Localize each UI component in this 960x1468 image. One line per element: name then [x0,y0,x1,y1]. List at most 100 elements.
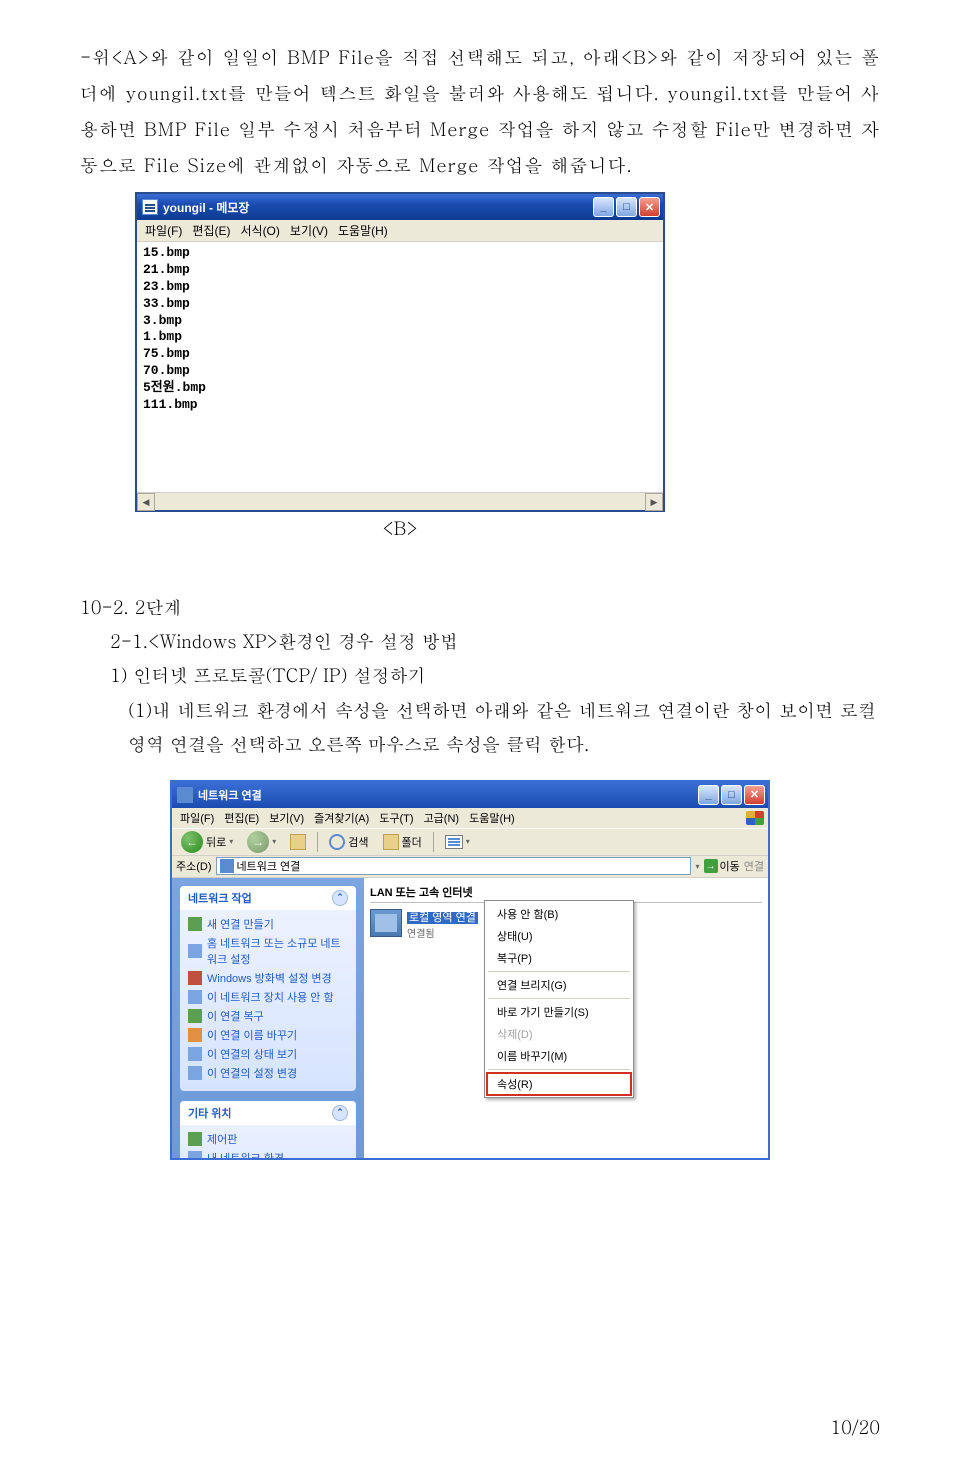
firewall-icon [188,971,202,985]
ctx-bridge[interactable]: 연결 브리지(G) [487,974,631,996]
section-10-2: 10-2. 2단계 2-1.<Windows XP>환경인 경우 설정 방법 1… [80,591,880,762]
nav-back-button[interactable]: ← 뒤로 ▾ [176,831,238,853]
panel-title-other: 기타 위치 [188,1105,232,1121]
exp-maximize-button[interactable]: □ [721,785,742,805]
close-button[interactable]: ✕ [639,197,660,217]
collapse-icon-2[interactable]: ⌃ [332,1105,348,1121]
home-net-icon [188,944,202,958]
cp-icon [188,1132,202,1146]
nav-forward-button[interactable]: → ▾ [242,831,281,853]
ctx-delete: 삭제(D) [487,1023,631,1045]
exp-minimize-button[interactable]: _ [698,785,719,805]
ctx-disable[interactable]: 사용 안 함(B) [487,903,631,925]
notepad-window: youngil - 메모장 _ □ ✕ 파일(F) 편집(E) 서식(O) 보기… [135,192,665,512]
connection-name: 로컬 영역 연결 [407,912,478,924]
heading-1: 1) 인터넷 프로토콜(TCP/ IP) 설정하기 [80,659,880,693]
notepad-icon [142,199,158,215]
notepad-textarea[interactable]: 15.bmp 21.bmp 23.bmp 33.bmp 3.bmp 1.bmp … [137,242,663,492]
status-icon [188,1047,202,1061]
mynet-icon [188,1151,202,1158]
wizard-icon [188,917,202,931]
panel-title-tasks: 네트워크 작업 [188,890,252,906]
intro-paragraph: -위<A>와 같이 일일이 BMP File을 직접 선택해도 되고, 아래<B… [80,40,880,184]
heading-2-1: 2-1.<Windows XP>환경인 경우 설정 방법 [80,625,880,659]
search-icon [329,834,345,850]
search-label: 검색 [348,834,368,850]
panel-network-tasks: 네트워크 작업 ⌃ 새 연결 만들기 홈 네트워크 또는 소규모 네트워크 설정… [180,886,356,1091]
minimize-button[interactable]: _ [593,197,614,217]
ctx-properties[interactable]: 속성(R) [486,1072,632,1096]
link-label: 연결 [744,858,764,874]
toolbar-separator [317,832,318,852]
address-value: 네트워크 연결 [237,858,301,874]
ctx-repair[interactable]: 복구(P) [487,947,631,969]
context-menu: 사용 안 함(B) 상태(U) 복구(P) 연결 브리지(G) 바로 가기 만들… [484,900,634,1098]
folders-icon [383,834,399,850]
views-button[interactable]: ▾ [440,831,475,853]
explorer-toolbar: ← 뒤로 ▾ → ▾ 검색 폴더 ▾ [172,828,768,856]
search-button[interactable]: 검색 [324,831,373,853]
ctx-rename[interactable]: 이름 바꾸기(M) [487,1045,631,1067]
ctx-shortcut[interactable]: 바로 가기 만들기(S) [487,1001,631,1023]
disable-icon [188,990,202,1004]
sidebar-item-status[interactable]: 이 연결의 상태 보기 [188,1045,348,1064]
go-label: 이동 [720,858,740,874]
address-field[interactable]: 네트워크 연결 [216,857,692,875]
explorer-title: 네트워크 연결 [198,787,698,803]
folder-up-icon [290,834,306,850]
sidebar-item-disable[interactable]: 이 네트워크 장치 사용 안 함 [188,988,348,1007]
toolbar-separator-2 [433,832,434,852]
maximize-button[interactable]: □ [616,197,637,217]
notepad-titlebar: youngil - 메모장 _ □ ✕ [137,194,663,220]
step-1-text: (1)내 네트워크 환경에서 속성을 선택하면 아래와 같은 네트워크 연결이란… [80,694,880,762]
go-arrow-icon: → [704,859,718,873]
notepad-title: youngil - 메모장 [163,199,593,216]
exp-menu-file[interactable]: 파일(F) [176,808,218,828]
exp-menu-tools[interactable]: 도구(T) [375,808,417,828]
lan-connection-icon [370,909,402,937]
exp-close-button[interactable]: ✕ [744,785,765,805]
ctx-separator-2 [488,998,630,999]
ctx-status[interactable]: 상태(U) [487,925,631,947]
folders-button[interactable]: 폴더 [378,831,427,853]
ctx-separator [488,971,630,972]
views-icon [445,835,463,849]
exp-menu-adv[interactable]: 고급(N) [420,808,464,828]
scroll-track[interactable] [155,493,645,510]
explorer-body: 네트워크 작업 ⌃ 새 연결 만들기 홈 네트워크 또는 소규모 네트워크 설정… [172,878,768,1158]
notepad-scrollbar[interactable]: ◀ ▶ [137,492,663,510]
sidebar-item-new-connection[interactable]: 새 연결 만들기 [188,915,348,934]
sidebar-item-repair[interactable]: 이 연결 복구 [188,1007,348,1026]
address-icon [220,859,234,873]
exp-menu-fav[interactable]: 즐겨찾기(A) [310,808,373,828]
scroll-right-icon[interactable]: ▶ [645,493,663,511]
nav-up-button[interactable] [285,831,311,853]
collapse-icon[interactable]: ⌃ [332,890,348,906]
go-button[interactable]: → 이동 [704,858,740,874]
explorer-main: LAN 또는 고속 인터넷 로컬 영역 연결 연결됨 사용 안 함(B) 상태(… [364,878,768,1158]
sidebar-item-controlpanel[interactable]: 제어판 [188,1130,348,1149]
network-connections-window: 네트워크 연결 _ □ ✕ 파일(F) 편집(E) 보기(V) 즐겨찾기(A) … [170,780,770,1160]
address-label: 주소(D) [176,858,212,874]
folders-label: 폴더 [402,834,422,850]
page-number: 10/20 [830,1415,880,1440]
menu-help[interactable]: 도움말(H) [334,220,392,241]
connection-status: 연결됨 [407,925,478,940]
sidebar-item-home-network[interactable]: 홈 네트워크 또는 소규모 네트워크 설정 [188,934,348,969]
panel-head-other[interactable]: 기타 위치 ⌃ [180,1101,356,1125]
network-icon [177,787,193,803]
menu-edit[interactable]: 편집(E) [188,220,234,241]
exp-menu-edit[interactable]: 편집(E) [220,808,263,828]
sidebar-item-settings[interactable]: 이 연결의 설정 변경 [188,1064,348,1083]
panel-head-tasks[interactable]: 네트워크 작업 ⌃ [180,886,356,910]
sidebar-item-mynetwork[interactable]: 내 네트워크 환경 [188,1149,348,1158]
menu-format[interactable]: 서식(O) [236,220,283,241]
scroll-left-icon[interactable]: ◀ [137,493,155,511]
back-label: 뒤로 [206,834,226,850]
menu-view[interactable]: 보기(V) [286,220,332,241]
sidebar-item-firewall[interactable]: Windows 방화벽 설정 변경 [188,969,348,988]
exp-menu-view[interactable]: 보기(V) [265,808,308,828]
exp-menu-help[interactable]: 도움말(H) [465,808,519,828]
sidebar-item-rename[interactable]: 이 연결 이름 바꾸기 [188,1026,348,1045]
menu-file[interactable]: 파일(F) [141,220,186,241]
